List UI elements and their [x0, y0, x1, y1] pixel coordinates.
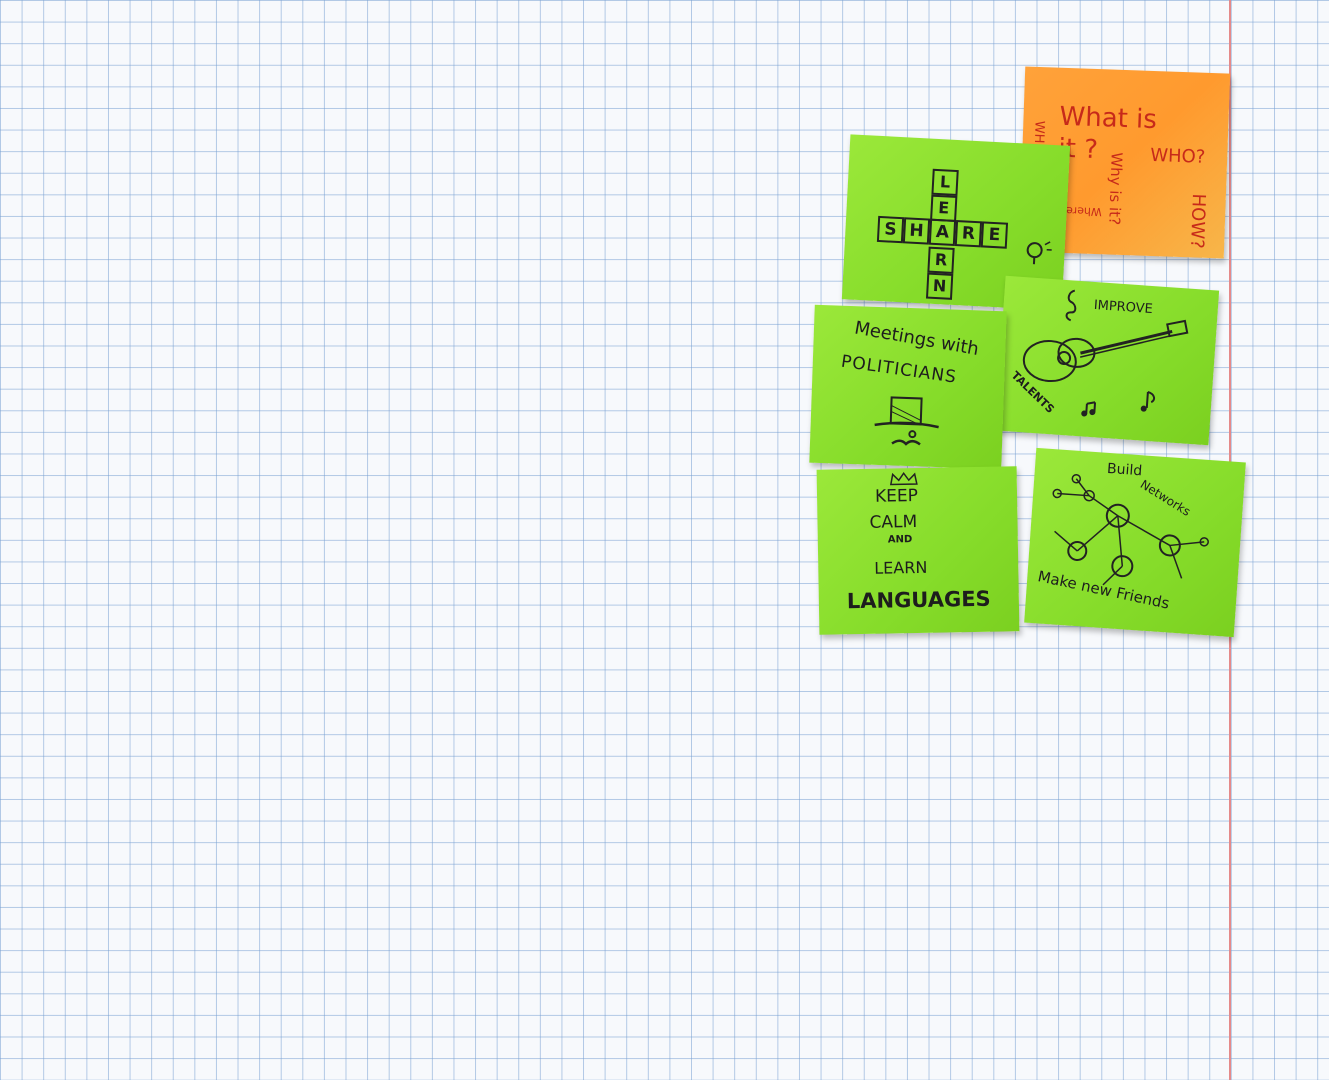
crossword-cell: N [925, 272, 954, 300]
note-text-how: HOW? [1186, 193, 1209, 249]
crossword-cell: R [927, 246, 955, 274]
crossword-cell: E [930, 194, 958, 223]
note-text-politicians: POLITICIANS [839, 351, 958, 388]
crossword-cell: R [954, 220, 983, 248]
sticky-note-networks: Build Networks Make new Friends [1024, 447, 1246, 638]
note-text-keep: KEEP [874, 485, 919, 507]
sticky-note-talents: IMPROVE TALENTS [994, 275, 1220, 446]
note-text-and: AND [887, 534, 913, 546]
crossword-cell: L [931, 168, 959, 197]
top-hat-mustache-icon [874, 396, 939, 446]
sticky-note-politicians: Meetings with POLITICIANS [809, 304, 1007, 470]
note-text-languages: LANGUAGES [846, 586, 991, 614]
music-notes-icon [1081, 390, 1156, 417]
note-text-meetings: Meetings with [852, 317, 981, 361]
note-text-what: What is [1059, 101, 1158, 136]
note-text-improve: IMPROVE [1093, 297, 1154, 318]
crossword-cell: E [980, 221, 1009, 249]
note-text-why: Why is it? [1105, 152, 1126, 226]
note-text-calm: CALM [869, 512, 918, 533]
crossword-cell: S [876, 215, 905, 244]
note-text-learn: LEARN [874, 557, 928, 578]
crossword-learn: L E A R N [925, 168, 959, 300]
crossword-cell: H [902, 217, 931, 245]
crown-icon [889, 471, 918, 486]
lightbulb-icon [1026, 241, 1052, 265]
note-text-who: WHO? [1149, 144, 1206, 168]
sticky-note-languages: KEEP CALM AND LEARN LANGUAGES [816, 466, 1020, 635]
